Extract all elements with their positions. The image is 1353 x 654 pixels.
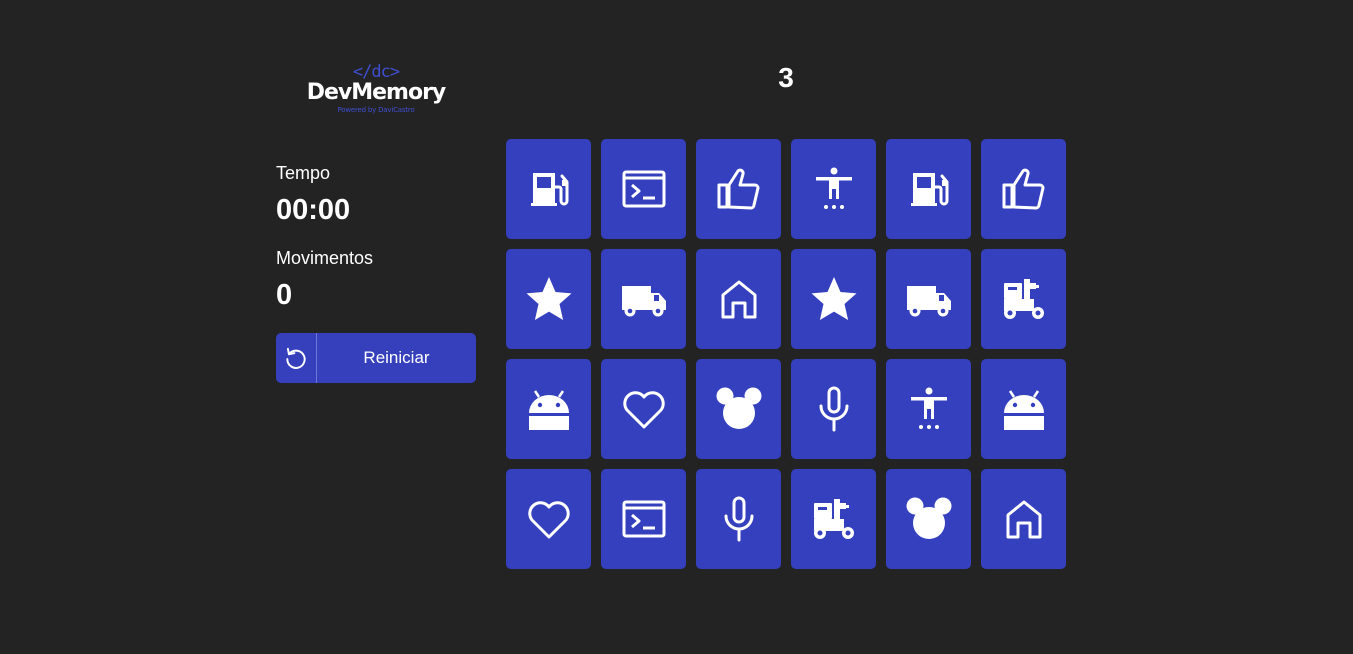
devmemory-logo: </dc> DevMemory Powered by DaviCastro [306, 62, 447, 122]
memory-card[interactable] [601, 139, 686, 239]
memory-card[interactable] [506, 139, 591, 239]
memory-card[interactable] [886, 249, 971, 349]
thumbs-up-icon [715, 165, 763, 213]
android-icon [1000, 385, 1048, 433]
gas-station-icon [525, 165, 573, 213]
terminal-icon [620, 495, 668, 543]
restart-label: Reiniciar [363, 348, 430, 367]
star-icon [810, 275, 858, 323]
heart-icon [620, 385, 668, 433]
home-icon [715, 275, 763, 323]
microphone-icon [715, 495, 763, 543]
forklift-icon [1000, 275, 1048, 323]
logo-mark: </dc> [352, 62, 400, 82]
terminal-icon [620, 165, 668, 213]
star-icon [525, 275, 573, 323]
memory-card[interactable] [981, 359, 1066, 459]
home-icon [1000, 495, 1048, 543]
memory-card[interactable] [791, 249, 876, 349]
accessibility-icon [905, 385, 953, 433]
heart-icon [525, 495, 573, 543]
moves-label: Movimentos [276, 248, 374, 268]
memory-card[interactable] [981, 469, 1066, 569]
memory-card[interactable] [696, 249, 781, 349]
logo-powered-by: Powered by DaviCastro [337, 106, 415, 114]
memory-card[interactable] [886, 469, 971, 569]
memory-card[interactable] [506, 469, 591, 569]
memory-card[interactable] [981, 139, 1066, 239]
time-value: 00:00 [276, 194, 351, 226]
moves-value: 0 [276, 279, 293, 311]
memory-card[interactable] [886, 359, 971, 459]
memory-card[interactable] [506, 249, 591, 349]
game-screen: </dc> DevMemory Powered by DaviCastro 3 … [0, 0, 1353, 654]
memory-card[interactable] [696, 469, 781, 569]
time-label: Tempo [276, 163, 331, 183]
memory-card[interactable] [696, 139, 781, 239]
memory-card[interactable] [981, 249, 1066, 349]
forklift-icon [810, 495, 858, 543]
card-grid [506, 139, 1066, 569]
restart-icon [276, 333, 317, 383]
memory-card[interactable] [506, 359, 591, 459]
memory-card[interactable] [696, 359, 781, 459]
restart-button[interactable]: Reiniciar [276, 333, 476, 383]
gas-station-icon [905, 165, 953, 213]
mouse-ears-icon [905, 495, 953, 543]
microphone-icon [810, 385, 858, 433]
logo-name: DevMemory [306, 80, 447, 105]
level-indicator: 3 [778, 62, 794, 93]
android-icon [525, 385, 573, 433]
memory-card[interactable] [601, 249, 686, 349]
memory-card[interactable] [791, 469, 876, 569]
memory-card[interactable] [601, 469, 686, 569]
thumbs-up-icon [1000, 165, 1048, 213]
mouse-ears-icon [715, 385, 763, 433]
memory-card[interactable] [601, 359, 686, 459]
memory-card[interactable] [791, 359, 876, 459]
accessibility-icon [810, 165, 858, 213]
memory-card[interactable] [886, 139, 971, 239]
truck-icon [620, 275, 668, 323]
truck-icon [905, 275, 953, 323]
memory-card[interactable] [791, 139, 876, 239]
